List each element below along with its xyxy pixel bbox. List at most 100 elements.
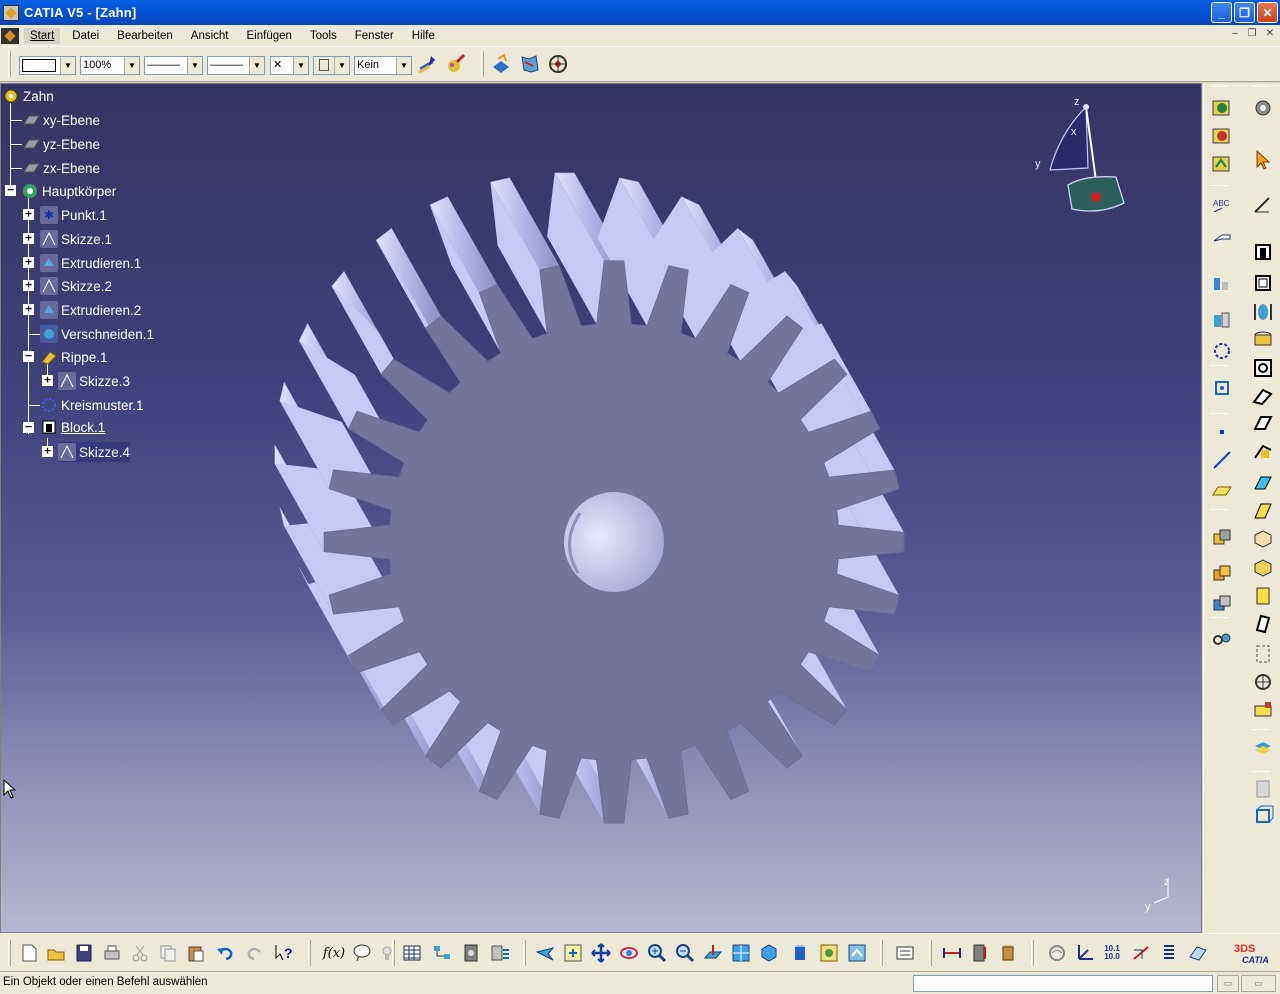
save-icon[interactable] (72, 941, 96, 965)
axis-icon[interactable] (1073, 941, 1097, 965)
toolbar-grip[interactable] (308, 940, 311, 966)
shading-icon[interactable] (788, 941, 812, 965)
measure-inertia-icon[interactable] (996, 941, 1020, 965)
collapse-toggle[interactable]: − (5, 184, 16, 196)
menu-tools[interactable]: Tools (304, 28, 343, 44)
draft-icon[interactable] (1250, 497, 1276, 523)
tree-root-part[interactable]: Zahn (2, 86, 54, 106)
color-combo[interactable]: ▼ (19, 56, 76, 75)
scale-icon[interactable] (1250, 697, 1276, 723)
tree-item-sketch-4[interactable]: Skizze.4 (58, 442, 131, 462)
doc-close-button[interactable]: ✕ (1262, 28, 1278, 42)
copy-icon[interactable] (156, 941, 180, 965)
thread-icon[interactable] (1250, 583, 1276, 609)
painter-icon[interactable] (416, 53, 438, 75)
shell-icon[interactable] (1250, 526, 1276, 552)
paint-brush-icon[interactable] (445, 53, 467, 75)
plane-icon[interactable] (1209, 477, 1235, 503)
shaft-icon[interactable] (1250, 299, 1276, 325)
expand-toggle[interactable]: + (23, 256, 34, 268)
constraint-icon[interactable] (1209, 271, 1235, 297)
tree-item-sketch-3[interactable]: Skizze.3 (58, 371, 130, 391)
surface-view-icon[interactable] (1186, 941, 1210, 965)
3d-compass-icon[interactable] (1250, 803, 1276, 829)
status-panel-button[interactable]: ▭ (1217, 975, 1239, 992)
mirror-icon[interactable] (1250, 641, 1276, 667)
swap-visible-space-icon[interactable] (845, 941, 869, 965)
apply-material-icon[interactable] (1250, 735, 1276, 761)
measure-item-icon[interactable] (968, 941, 992, 965)
split-icon[interactable] (1250, 611, 1276, 637)
expand-toggle[interactable]: + (23, 208, 34, 220)
toolbar-grip[interactable] (481, 51, 484, 77)
document-icon[interactable] (1, 27, 19, 44)
undo-icon[interactable] (213, 941, 237, 965)
menu-hilfe[interactable]: Hilfe (406, 28, 441, 44)
positioned-sketch-icon[interactable] (1209, 123, 1235, 149)
iso-view-icon[interactable] (757, 941, 781, 965)
menu-datei[interactable]: Datei (66, 28, 105, 44)
new-document-icon[interactable] (17, 941, 41, 965)
boolean-add-icon[interactable] (1209, 561, 1235, 587)
hole-icon[interactable] (1250, 355, 1276, 381)
tree-item-rib[interactable]: Rippe.1 (40, 347, 108, 367)
transparency-combo[interactable]: 100% ▼ (80, 56, 140, 75)
rib-icon[interactable] (1250, 383, 1276, 409)
table-icon[interactable] (400, 941, 424, 965)
fit-all-icon[interactable] (561, 941, 585, 965)
hierarchy-icon[interactable] (430, 941, 454, 965)
chamfer-icon[interactable] (1250, 468, 1276, 494)
point-circle-icon[interactable] (1209, 338, 1235, 364)
measure-between-icon[interactable] (940, 941, 964, 965)
toolbar-grip[interactable] (929, 940, 932, 966)
tree-item-pad[interactable]: Block.1 (40, 417, 105, 437)
flag-note-icon[interactable] (1209, 224, 1235, 250)
toolbar-grip[interactable] (523, 940, 526, 966)
compass-widget[interactable]: z x y (1030, 93, 1130, 218)
pan-icon[interactable] (589, 941, 613, 965)
multi-view-icon[interactable] (729, 941, 753, 965)
catalog-icon[interactable] (459, 941, 483, 965)
expand-toggle[interactable]: + (23, 232, 34, 244)
tree-item-xy-plane[interactable]: xy-Ebene (22, 110, 100, 130)
maximize-button[interactable]: ❐ (1234, 2, 1255, 23)
point-icon[interactable] (1209, 419, 1235, 445)
select-arrow-icon[interactable] (1250, 147, 1276, 173)
line-icon[interactable] (1209, 447, 1235, 473)
tree-item-intersect[interactable]: Verschneiden.1 (40, 324, 154, 344)
open-folder-icon[interactable] (44, 941, 68, 965)
toolbar-grip[interactable] (880, 940, 883, 966)
tree-item-extrude-1[interactable]: Extrudieren.1 (40, 253, 141, 273)
whats-this-help-icon[interactable]: ? (272, 941, 296, 965)
lamp-icon[interactable] (375, 941, 399, 965)
constraint-dimension-icon[interactable] (1129, 941, 1153, 965)
menu-bearbeiten[interactable]: Bearbeiten (111, 28, 179, 44)
map-icon[interactable] (519, 53, 541, 75)
pocket-icon[interactable] (1250, 270, 1276, 296)
expand-toggle[interactable]: + (23, 279, 34, 291)
surface-icon[interactable] (1209, 308, 1235, 334)
menu-ansicht[interactable]: Ansicht (185, 28, 235, 44)
formula-icon[interactable]: f(x) (322, 941, 346, 965)
text-annotation-icon[interactable]: ABC (1209, 193, 1235, 219)
apply-material-icon[interactable] (490, 53, 512, 75)
swap-icon[interactable] (1045, 941, 1069, 965)
toolbar-grip[interactable] (8, 51, 11, 77)
hide-show-icon[interactable] (817, 941, 841, 965)
collapse-toggle[interactable]: − (23, 421, 34, 433)
toolbar-grip[interactable] (1031, 940, 1034, 966)
compass-handle[interactable] (1083, 104, 1089, 110)
minimize-button[interactable]: _ (1211, 2, 1232, 23)
settings-gear-icon[interactable] (1250, 95, 1276, 121)
tree-item-zx-plane[interactable]: zx-Ebene (22, 158, 100, 178)
boolean-remove-icon[interactable] (1209, 591, 1235, 617)
tree-item-extrude-2[interactable]: Extrudieren.2 (40, 300, 141, 320)
knowledge-advisor-icon[interactable] (350, 941, 374, 965)
rotate-icon[interactable] (617, 941, 641, 965)
tree-item-circular-pattern[interactable]: Kreismuster.1 (40, 395, 144, 415)
slot-icon[interactable] (1250, 410, 1276, 436)
edge-fillet-icon[interactable] (1250, 439, 1276, 465)
axis-system-icon[interactable] (1209, 375, 1235, 401)
pattern-icon[interactable] (1250, 669, 1276, 695)
toolbar-grip[interactable] (392, 940, 395, 966)
